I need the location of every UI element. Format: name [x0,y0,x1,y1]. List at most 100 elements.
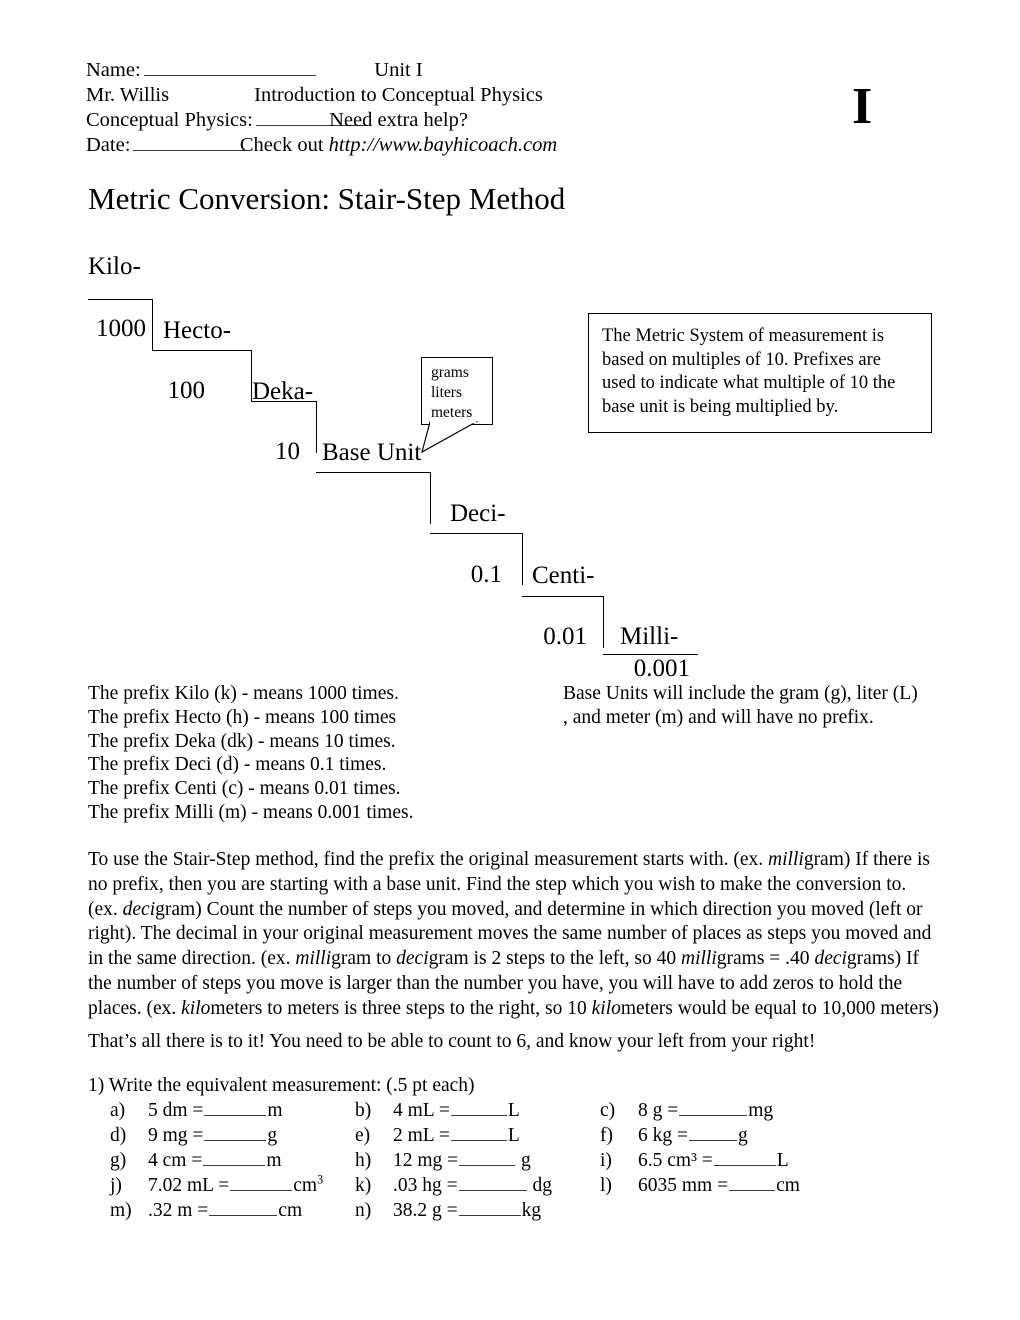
stair-riser-centi-milli [603,596,604,648]
method-em-deci-1: deci [122,898,156,920]
answer-blank[interactable] [679,1098,748,1116]
exercise-question: 38.2 g = [393,1200,458,1221]
exercise-unit-exponent: 3 [317,1172,324,1187]
exercise-row: g) 4 cm = m h) 12 mg = g i) 6.5 cm³ = L [110,1148,950,1173]
exercise-item-j: j) 7.02 mL = cm3 [110,1173,323,1198]
exercise-row: a) 5 dm = m b) 4 mL = L c) 8 g = mg [110,1098,950,1123]
exercise-unit: mg [748,1100,774,1121]
answer-blank[interactable] [729,1173,776,1191]
exercise-unit: g [516,1150,531,1171]
exercise-item-b: b) 4 mL = L [355,1098,520,1123]
answer-blank[interactable] [713,1148,776,1166]
answer-blank[interactable] [209,1198,278,1216]
answer-blank[interactable] [459,1148,516,1166]
exercise-item-f: f) 6 kg = g [600,1123,748,1148]
stair-tread-base-unit [316,472,431,473]
answer-blank[interactable] [458,1198,521,1216]
stair-value-10: 10 [275,438,300,465]
exercise-item-i: i) 6.5 cm³ = L [600,1148,789,1173]
callout-line-liters: liters [431,384,462,401]
exercise-grid: a) 5 dm = m b) 4 mL = Lc) 8 g = mg d) 9 mg = g… [110,1098,950,1223]
exercise-unit: cm [278,1200,303,1221]
stair-riser-deka-base [316,401,317,453]
answer-blank[interactable] [458,1173,527,1191]
exercise-unit: m [266,1150,282,1171]
exercise-letter: j) [110,1175,122,1196]
exercise-heading: 1) Write the equivalent measurement: (.5… [88,1075,475,1096]
exercise-item-m: m) .32 m = cm [110,1198,302,1223]
method-em-kilo-1: kilo [181,997,211,1019]
stair-tread-kilo [88,299,153,300]
stair-label-milli: Milli- [620,623,679,650]
stair-label-base-unit: Base Unit [322,439,422,466]
method-em-milli-1: milli [768,849,804,870]
stair-riser-deci-centi [522,533,523,585]
prefix-item: The prefix Hecto (h) - means 100 times [88,706,397,728]
method-closing-line: That’s all there is to it! You need to b… [88,1031,816,1052]
stair-value-0.01: 0.01 [543,623,587,650]
base-unit-note: Base Units will include the gram (g), li… [563,683,918,728]
method-instructions: To use the Stair-Step method, find the p… [88,848,940,1022]
method-em-milli-2: milli [295,948,332,970]
exercise-item-g: g) 4 cm = m [110,1148,282,1173]
method-text-e: gram is 2 steps to the left, so 40 [428,948,682,970]
exercise-unit: dg [527,1175,553,1196]
exercise-letter: l) [600,1175,612,1196]
exercise-unit: m [267,1100,283,1121]
exercise-item-a: a) 5 dm = m [110,1098,283,1123]
stair-value-100: 100 [167,377,206,404]
exercise-question: 2 mL = [393,1125,450,1146]
prefix-item: The prefix Kilo (k) - means 1000 times. [88,683,399,704]
method-text-h: meters to meters is three steps to the r… [210,997,592,1019]
callout-line-grams: grams [431,364,469,381]
callout-line-meters: meters [431,404,473,421]
method-text-a: To use the Stair-Step method, find the p… [88,849,769,870]
metric-system-infobox: The Metric System of measurement is base… [588,313,932,433]
exercise-item-l: l) 6035 mm = cm [600,1173,800,1198]
exercise-letter: f) [600,1125,613,1146]
stair-value-0.1: 0.1 [470,561,502,588]
exercise-unit: cm [776,1175,800,1196]
exercise-letter: g) [110,1150,127,1171]
stair-value-1000: 1000 [96,315,146,342]
exercise-row: j) 7.02 mL = cm3 k) .03 hg = dg l) 6035 mm = … [110,1173,950,1198]
prefix-definition-list: The prefix Kilo (k) - means 1000 times. … [88,682,413,825]
exercise-item-d: d) 9 mg = g [110,1123,277,1148]
exercise-letter: c) [600,1100,616,1121]
exercise-letter: a) [110,1100,126,1121]
exercise-letter: b) [355,1100,372,1121]
stair-riser-kilo-hecto [152,299,153,351]
exercise-letter: e) [355,1125,371,1146]
answer-blank[interactable] [689,1123,737,1141]
stair-tread-hecto [152,350,252,351]
prefix-item: The prefix Centi (c) - means 0.01 times. [88,778,401,800]
answer-blank[interactable] [204,1123,267,1141]
exercise-letter: k) [355,1175,372,1196]
exercise-question: 6035 mm = [638,1175,729,1196]
answer-blank[interactable] [450,1123,507,1141]
exercise-item-n: n) 38.2 g = kg [355,1198,541,1223]
method-text-d: gram to [331,948,397,970]
exercise-question: 7.02 mL = [148,1175,230,1196]
answer-blank[interactable] [230,1173,293,1191]
exercise-unit: L [507,1125,520,1146]
method-em-kilo-2: kilo [591,997,621,1019]
exercise-question: 8 g = [638,1100,679,1121]
answer-blank[interactable] [203,1148,266,1166]
exercise-item-e: e) 2 mL = L [355,1123,520,1148]
exercise-unit: g [267,1125,278,1146]
answer-blank[interactable] [204,1098,267,1116]
exercise-question: 4 cm = [148,1150,203,1171]
exercise-unit: g [738,1125,748,1146]
stair-label-deci: Deci- [450,500,506,527]
exercise-unit: L [776,1150,789,1171]
stair-value-0.001: 0.001 [633,655,690,682]
stair-label-kilo: Kilo- [88,253,141,280]
exercise-letter: i) [600,1150,612,1171]
worksheet-page: Name: Unit I Mr. Willis Introduction to … [0,0,1020,1320]
method-text-f: grams = .40 [716,948,815,970]
answer-blank[interactable] [450,1098,507,1116]
exercise-unit: cm3 [293,1172,324,1196]
exercise-question: 6 kg = [638,1125,688,1146]
method-em-milli-3: milli [681,948,717,970]
